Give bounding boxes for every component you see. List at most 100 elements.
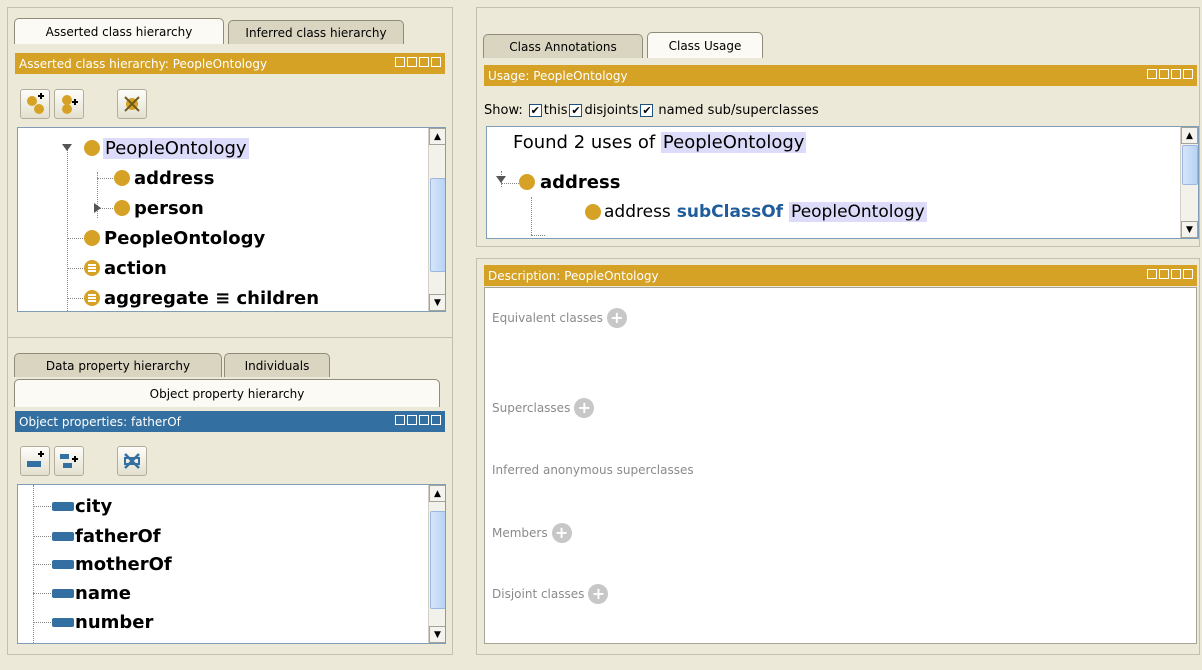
object-property-header-title: Object properties: fatherOf (19, 414, 181, 429)
disjoint-classes-label: Disjoint classes (492, 587, 585, 601)
class-hierarchy-header: Asserted class hierarchy: PeopleOntology (15, 53, 445, 74)
view-split-icon[interactable] (395, 415, 405, 425)
disjoints-checkbox[interactable]: ✔ (569, 104, 583, 117)
tree-node-label: action (104, 257, 167, 279)
named-sub-superclasses-checkbox[interactable]: ✔ (640, 104, 654, 117)
axiom-subject: address (604, 202, 671, 222)
view-close-icon[interactable] (431, 415, 441, 425)
disjoint-classes-section: Disjoint classes + (492, 584, 609, 604)
description-panel: Description: PeopleOntology Equivalent c… (476, 258, 1200, 655)
property-tree-scrollbar[interactable]: ▲ ▼ (428, 485, 445, 643)
add-sub-property-button[interactable] (20, 446, 50, 476)
view-split-icon[interactable] (395, 57, 405, 67)
scroll-down-button[interactable]: ▼ (1181, 221, 1198, 238)
tree-node-peopleontology[interactable]: PeopleOntology (84, 223, 265, 253)
usage-found-text: Found 2 uses of PeopleOntology (513, 132, 807, 153)
tab-class-annotations[interactable]: Class Annotations (483, 34, 643, 58)
equivalent-classes-label: Equivalent classes (492, 311, 603, 325)
scroll-down-button[interactable]: ▼ (429, 626, 445, 643)
inferred-superclasses-section: Inferred anonymous superclasses (492, 463, 694, 477)
property-node-name[interactable]: name (52, 578, 131, 608)
named-sub-superclasses-label: named sub/superclasses (658, 103, 819, 118)
scroll-thumb[interactable] (1182, 145, 1198, 185)
found-prefix: Found 2 uses of (513, 132, 656, 153)
object-property-icon (52, 588, 74, 598)
object-property-icon (52, 501, 74, 511)
tab-data-property-hierarchy[interactable]: Data property hierarchy (14, 353, 222, 377)
usage-header-title: Usage: PeopleOntology (488, 68, 628, 83)
view-minimize-icon[interactable] (1159, 269, 1169, 279)
members-section: Members + (492, 523, 572, 543)
view-minimize-icon[interactable] (407, 415, 417, 425)
scroll-up-button[interactable]: ▲ (429, 128, 445, 145)
add-subclass-button[interactable] (20, 89, 50, 119)
add-equivalent-class-button[interactable]: + (606, 308, 627, 328)
this-checkbox[interactable]: ✔ (528, 104, 542, 117)
class-dot-icon (84, 230, 100, 246)
usage-list[interactable]: Found 2 uses of PeopleOntology address a… (486, 126, 1199, 239)
scroll-thumb[interactable] (430, 178, 445, 272)
usage-group-label: address (540, 171, 621, 193)
class-hierarchy-panel: Asserted class hierarchy Inferred class … (7, 7, 453, 353)
view-maximize-icon[interactable] (1171, 69, 1181, 79)
expand-arrow-icon[interactable] (94, 203, 101, 213)
view-maximize-icon[interactable] (419, 57, 429, 67)
view-minimize-icon[interactable] (1159, 69, 1169, 79)
view-close-icon[interactable] (1183, 69, 1193, 79)
property-node-label: fatherOf (75, 525, 161, 547)
usage-scrollbar[interactable]: ▲ ▼ (1180, 127, 1198, 238)
tree-node-address[interactable]: address (114, 163, 214, 193)
class-usage-panel: Class Annotations Class Usage Usage: Peo… (476, 7, 1200, 247)
object-property-icon (52, 617, 74, 627)
view-split-icon[interactable] (1147, 69, 1157, 79)
scroll-down-button[interactable]: ▼ (429, 294, 445, 311)
usage-axiom-row[interactable]: address subClassOf PeopleOntology (585, 197, 927, 227)
view-close-icon[interactable] (1183, 269, 1193, 279)
found-term: PeopleOntology (660, 132, 807, 153)
add-disjoint-class-button[interactable]: + (588, 584, 609, 604)
tab-individuals[interactable]: Individuals (224, 353, 330, 377)
add-member-button[interactable]: + (551, 523, 572, 543)
class-dot-icon (114, 200, 130, 216)
disjoints-checkbox-label: disjoints (584, 103, 639, 118)
tree-node-action[interactable]: action (84, 253, 167, 283)
collapse-arrow-icon[interactable] (62, 144, 72, 151)
tab-asserted-class-hierarchy[interactable]: Asserted class hierarchy (14, 18, 224, 44)
object-property-tree[interactable]: city fatherOf motherOf name number ▲ ▼ (17, 484, 446, 644)
tree-node-aggregate[interactable]: aggregate ≡ children (84, 283, 319, 311)
property-node-label: motherOf (75, 553, 172, 575)
tab-class-usage[interactable]: Class Usage (647, 32, 763, 58)
usage-header: Usage: PeopleOntology (484, 65, 1197, 86)
tree-node-person[interactable]: person (114, 193, 204, 223)
defined-class-icon (84, 290, 100, 306)
property-node-number[interactable]: number (52, 607, 153, 637)
tab-object-property-hierarchy[interactable]: Object property hierarchy (14, 379, 440, 407)
scroll-up-button[interactable]: ▲ (1181, 127, 1198, 144)
tree-node-label: address (134, 167, 215, 189)
view-split-icon[interactable] (1147, 269, 1157, 279)
description-header: Description: PeopleOntology (484, 265, 1197, 286)
scroll-thumb[interactable] (430, 511, 445, 609)
equivalent-classes-section: Equivalent classes + (492, 308, 627, 328)
delete-class-button[interactable] (117, 89, 147, 119)
property-node-city[interactable]: city (52, 491, 112, 521)
add-sibling-class-button[interactable] (54, 89, 84, 119)
property-node-motherof[interactable]: motherOf (52, 549, 172, 579)
show-label: Show: (484, 103, 523, 118)
tab-inferred-class-hierarchy[interactable]: Inferred class hierarchy (228, 20, 404, 44)
add-sibling-property-button[interactable] (54, 446, 84, 476)
view-minimize-icon[interactable] (407, 57, 417, 67)
class-tree-scrollbar[interactable]: ▲ ▼ (428, 128, 445, 311)
view-maximize-icon[interactable] (1171, 269, 1181, 279)
view-close-icon[interactable] (431, 57, 441, 67)
usage-group-address[interactable]: address (519, 167, 620, 197)
add-sub-property-icon (27, 451, 44, 467)
delete-property-button[interactable] (117, 446, 147, 476)
tree-node-peopleontology-root[interactable]: PeopleOntology (84, 133, 249, 163)
class-hierarchy-tree[interactable]: PeopleOntology address person PeopleOnto… (17, 127, 446, 312)
collapse-arrow-icon[interactable] (496, 176, 506, 183)
add-superclass-button[interactable]: + (574, 398, 595, 418)
view-maximize-icon[interactable] (419, 415, 429, 425)
scroll-up-button[interactable]: ▲ (429, 485, 445, 502)
property-node-fatherof[interactable]: fatherOf (52, 521, 161, 551)
